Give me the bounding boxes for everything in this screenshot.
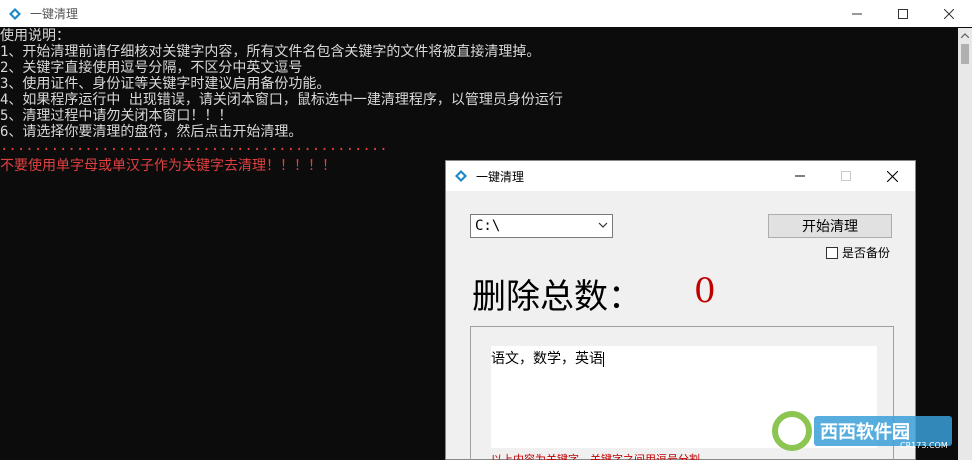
text-caret [603, 351, 604, 367]
maximize-icon [841, 171, 851, 181]
dialog-close-button[interactable] [869, 161, 915, 191]
console-line: 5、清理过程中请勿关闭本窗口！！！ [0, 108, 233, 124]
site-watermark-logo: 西西软件园 CR173.COM [772, 411, 952, 451]
console-line: 3、使用证件、身份证等关键字时建议启用备份功能。 [0, 76, 331, 92]
keyword-input-value: 语文，数学，英语 [491, 351, 603, 367]
app-icon [9, 7, 21, 20]
console-line: 4、如果程序运行中 出现错误，请关闭本窗口，鼠标选中一建清理程序，以管理员身份运… [0, 92, 563, 108]
delete-total-label: 删除总数： [472, 277, 642, 317]
maximize-button[interactable] [880, 0, 926, 27]
chevron-up-icon [961, 32, 969, 38]
console-line: 6、请选择你要清理的盘符，然后点击开始清理。 [0, 124, 303, 140]
maximize-icon [898, 8, 908, 19]
dialog-title: 一键清理 [476, 169, 525, 184]
console-title: 一键清理 [30, 7, 79, 21]
console-line: 1、开始清理前请仔细核对关键字内容，所有文件名包含关键字的文件将被直接清理掉。 [0, 44, 541, 60]
dialog-titlebar[interactable]: 一键清理 [446, 161, 915, 191]
delete-total-count: 0 [694, 271, 716, 311]
close-button[interactable] [926, 0, 972, 27]
backup-checkbox-label: 是否备份 [842, 246, 891, 260]
drive-select[interactable]: C:\ [470, 214, 613, 238]
close-icon [886, 170, 898, 182]
keyword-hint: 以上内容为关键字，关键字之间用逗号分割。 [491, 453, 711, 460]
keyword-input-content: 语文，数学，英语 [491, 346, 604, 368]
app-icon [455, 170, 467, 182]
dialog-minimize-button[interactable] [777, 161, 823, 191]
minimize-icon [795, 175, 805, 177]
minimize-button[interactable] [834, 0, 880, 27]
console-window-controls [834, 0, 972, 27]
console-separator: ········································… [0, 142, 388, 158]
dialog-maximize-button [823, 161, 869, 191]
close-icon [944, 8, 954, 19]
console-line: 使用说明： [0, 28, 70, 44]
start-clean-button[interactable]: 开始清理 [768, 214, 892, 238]
chevron-down-icon [598, 222, 608, 228]
scroll-thumb[interactable] [961, 44, 969, 64]
drive-select-value: C:\ [475, 218, 501, 234]
console-scrollbar[interactable] [958, 28, 972, 460]
watermark-brand: 西西软件园 [820, 421, 910, 443]
console-titlebar[interactable]: 一键清理 [0, 0, 972, 27]
console-line: 2、关键字直接使用逗号分隔，不区分中英文逗号 [0, 60, 303, 76]
minimize-icon [852, 13, 862, 14]
watermark-site: CR173.COM [900, 441, 948, 450]
scroll-up-button[interactable] [958, 28, 972, 42]
dialog-window-controls [777, 161, 915, 191]
backup-checkbox-box[interactable] [826, 246, 838, 259]
backup-checkbox[interactable]: 是否备份 [826, 244, 890, 261]
